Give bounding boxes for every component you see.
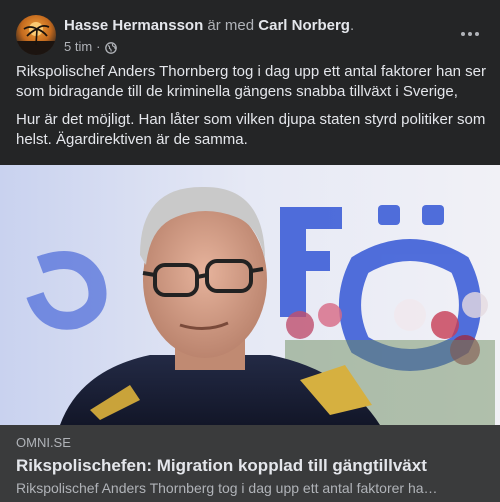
link-description: Rikspolischef Anders Thornberg tog i dag…: [16, 480, 438, 496]
post-text: Rikspolischef Anders Thornberg tog i dag…: [16, 62, 486, 158]
post-paragraph: Rikspolischef Anders Thornberg tog i dag…: [16, 63, 487, 100]
feed-post: Hasse Hermansson är med Carl Norberg. 5 …: [0, 0, 500, 502]
link-preview-image[interactable]: [0, 165, 500, 425]
avatar[interactable]: [16, 15, 56, 55]
with-text: är med: [207, 17, 255, 34]
post-paragraph: Hur är det möjligt. Han låter som vilken…: [16, 111, 486, 148]
post-time[interactable]: 5 tim: [64, 38, 92, 56]
link-preview[interactable]: OMNI.SE Rikspolischefen: Migration koppl…: [0, 165, 500, 502]
link-preview-info[interactable]: OMNI.SE Rikspolischefen: Migration koppl…: [0, 425, 500, 502]
author-name[interactable]: Hasse Hermansson: [64, 17, 203, 34]
more-dot: [468, 32, 472, 36]
tagged-name[interactable]: Carl Norberg: [258, 17, 350, 34]
author-line: Hasse Hermansson är med Carl Norberg.: [64, 16, 354, 36]
more-horizontal-icon: [461, 32, 465, 36]
link-title[interactable]: Rikspolischefen: Migration kopplad till …: [16, 455, 484, 477]
meta-separator: ·: [96, 39, 101, 54]
post-header: Hasse Hermansson är med Carl Norberg. 5 …: [16, 14, 484, 58]
more-options-button[interactable]: [452, 18, 488, 50]
post-meta: 5 tim ·: [64, 38, 117, 56]
author-line-period: .: [349, 17, 355, 34]
link-domain: OMNI.SE: [16, 435, 71, 450]
more-dot: [475, 32, 479, 36]
globe-icon[interactable]: [104, 41, 117, 54]
